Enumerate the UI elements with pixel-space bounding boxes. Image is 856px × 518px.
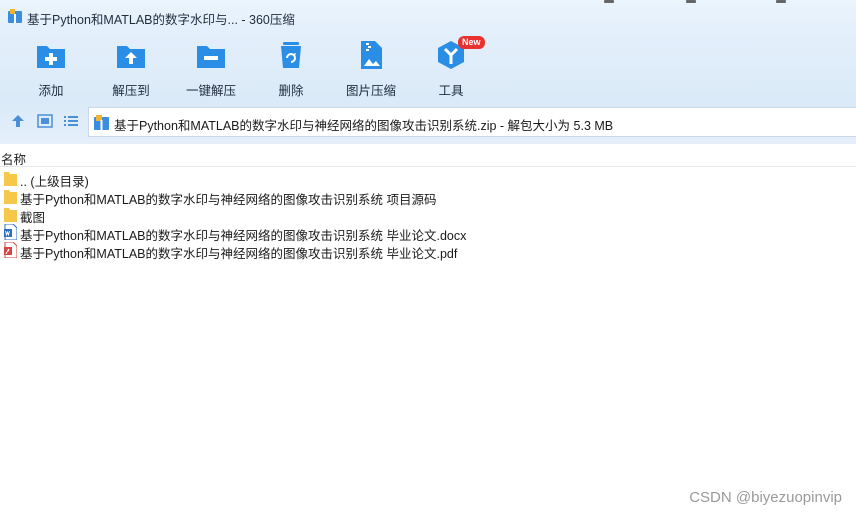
add-icon [37,46,65,68]
tools-label: 工具 [438,84,464,98]
add-label: 添加 [38,84,64,98]
one-click-extract-button[interactable]: 一键解压 [176,38,246,98]
thumbnail-view-icon[interactable] [37,113,53,129]
file-list-header: 名称 [0,144,856,167]
window-control-mark[interactable] [776,0,786,3]
one-click-extract-icon [197,46,225,68]
archive-path: 基于Python和MATLAB的数字水印与神经网络的图像攻击识别系统.zip -… [114,119,614,133]
extract-to-label: 解压到 [112,84,150,98]
folder-icon [4,190,17,204]
watermark: CSDN @biyezuopinvip [689,489,842,506]
extract-to-icon [117,46,145,68]
list-item-docx-file[interactable]: 基于Python和MATLAB的数字水印与神经网络的图像攻击识别系统 毕业论文.… [0,223,600,243]
add-button[interactable]: 添加 [16,38,86,98]
word-document-icon [4,224,17,240]
list-item-screenshots-folder[interactable]: 截图 [0,205,600,225]
window-control-mark[interactable] [686,0,696,3]
app-logo-icon [8,9,22,23]
delete-icon [281,42,301,68]
toolbar: 添加 解压到 一键解压 删除 图片压缩 New 工具 [0,34,856,100]
navigation-bar: 基于Python和MATLAB的数字水印与神经网络的图像攻击识别系统.zip -… [0,100,856,144]
image-compress-label: 图片压缩 [345,84,396,98]
column-header-name[interactable]: 名称 [1,149,26,168]
tools-button[interactable]: New 工具 [416,36,486,98]
address-bar[interactable]: 基于Python和MATLAB的数字水印与神经网络的图像攻击识别系统.zip -… [88,107,856,137]
window-controls[interactable] [596,0,856,8]
pdf-document-icon [4,242,17,258]
list-view-icon[interactable] [63,113,79,129]
list-item-parent-directory[interactable]: .. (上级目录) [0,169,600,189]
image-compress-button[interactable]: 图片压缩 [336,38,406,98]
file-name: 基于Python和MATLAB的数字水印与神经网络的图像攻击识别系统 毕业论文.… [20,247,458,261]
zip-archive-icon [94,115,109,130]
extract-to-button[interactable]: 解压到 [96,38,166,98]
folder-icon [4,172,17,186]
window-control-mark[interactable] [604,0,614,3]
delete-label: 删除 [278,84,304,98]
folder-icon [4,208,17,222]
list-item-source-folder[interactable]: 基于Python和MATLAB的数字水印与神经网络的图像攻击识别系统 项目源码 [0,187,600,207]
window-title: 基于Python和MATLAB的数字水印与... - 360压缩 [27,13,295,27]
list-item-pdf-file[interactable]: 基于Python和MATLAB的数字水印与神经网络的图像攻击识别系统 毕业论文.… [0,241,600,261]
up-level-icon[interactable] [10,113,26,129]
one-click-extract-label: 一键解压 [185,84,236,98]
title-bar: 基于Python和MATLAB的数字水印与... - 360压缩 [0,0,856,34]
image-compress-icon [361,41,382,69]
new-badge: New [458,36,485,49]
delete-button[interactable]: 删除 [256,38,326,98]
